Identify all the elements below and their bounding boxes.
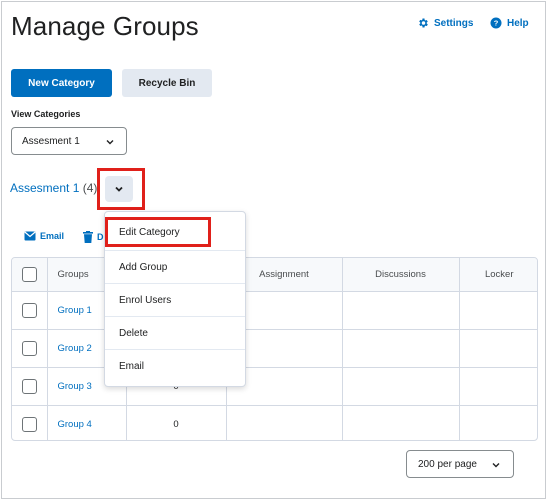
- locker-cell: [459, 291, 537, 330]
- column-header-discussions[interactable]: Discussions: [342, 258, 460, 292]
- per-page-value: 200 per page: [418, 458, 477, 470]
- locker-cell: [459, 329, 537, 368]
- select-all-checkbox[interactable]: [21, 266, 37, 282]
- chevron-down-icon: [492, 463, 500, 468]
- row-checkbox-cell[interactable]: [12, 405, 48, 440]
- delete-action[interactable]: D: [83, 231, 104, 243]
- table-row: Group 3 0: [12, 367, 537, 406]
- discussions-cell: [342, 367, 460, 406]
- menu-item-add-group[interactable]: Add Group: [105, 250, 245, 283]
- locker-cell: [459, 367, 537, 406]
- category-select[interactable]: Assesment 1: [11, 127, 127, 155]
- group-link[interactable]: Group 4: [47, 405, 127, 440]
- assignment-cell: [226, 405, 343, 440]
- discussions-cell: [342, 405, 460, 440]
- delete-action-label: D: [97, 232, 104, 242]
- highlight-box-context-button: [97, 168, 145, 210]
- discussions-cell: [342, 291, 460, 330]
- table-row: Group 1: [12, 291, 537, 330]
- row-checkbox[interactable]: [21, 378, 37, 394]
- groups-table: Groups Assignment Discussions Locker Gro…: [11, 257, 538, 441]
- chevron-down-icon: [106, 140, 114, 145]
- category-name: Assesment 1: [10, 181, 80, 195]
- table-row: Group 2: [12, 329, 537, 368]
- help-icon: ?: [490, 17, 502, 29]
- view-categories-label: View Categories: [11, 109, 81, 119]
- per-page-select[interactable]: 200 per page: [406, 450, 514, 478]
- help-link[interactable]: ? Help: [490, 17, 529, 29]
- category-heading[interactable]: Assesment 1 (4): [10, 181, 97, 195]
- row-checkbox[interactable]: [21, 302, 37, 318]
- new-category-button[interactable]: New Category: [11, 69, 112, 97]
- category-select-value: Assesment 1: [22, 135, 80, 147]
- row-checkbox[interactable]: [21, 416, 37, 432]
- svg-text:?: ?: [494, 19, 499, 28]
- menu-item-email[interactable]: Email: [105, 349, 245, 382]
- recycle-bin-button[interactable]: Recycle Bin: [122, 69, 212, 97]
- settings-link[interactable]: Settings: [417, 17, 473, 29]
- row-checkbox-cell[interactable]: [12, 329, 48, 368]
- help-label: Help: [507, 17, 529, 29]
- members-cell: 0: [126, 405, 227, 440]
- row-checkbox[interactable]: [21, 340, 37, 356]
- category-count: (4): [82, 181, 98, 195]
- table-header-row: Groups Assignment Discussions Locker: [12, 258, 537, 292]
- gear-icon: [419, 18, 428, 28]
- table-row: Group 4 0: [12, 405, 537, 440]
- column-header-locker[interactable]: Locker: [459, 258, 537, 292]
- trash-icon: [83, 231, 93, 243]
- email-action-label: Email: [40, 231, 65, 241]
- discussions-cell: [342, 329, 460, 368]
- locker-cell: [459, 405, 537, 440]
- highlight-box-edit-category: [105, 217, 211, 247]
- row-checkbox-cell[interactable]: [12, 291, 48, 330]
- envelope-icon: [24, 231, 36, 241]
- select-all-cell[interactable]: [12, 258, 48, 292]
- menu-item-delete[interactable]: Delete: [105, 316, 245, 349]
- menu-item-enrol-users[interactable]: Enrol Users: [105, 283, 245, 316]
- settings-label: Settings: [434, 17, 474, 29]
- page-title: Manage Groups: [11, 11, 199, 41]
- email-action[interactable]: Email: [24, 231, 64, 241]
- row-checkbox-cell[interactable]: [12, 367, 48, 406]
